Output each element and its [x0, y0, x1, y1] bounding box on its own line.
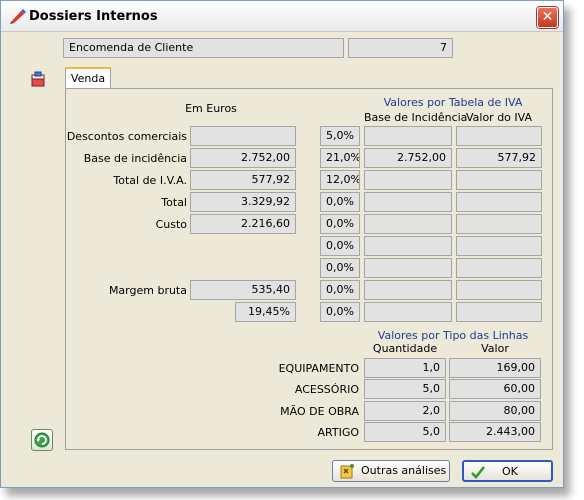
refresh-icon: [34, 432, 50, 448]
ok-button[interactable]: OK: [462, 460, 553, 482]
iva-value-header: Valor do IVA: [465, 111, 533, 124]
line-qty-field: 5,0: [364, 379, 446, 399]
iva-base-header: Base de Incidência: [364, 111, 468, 124]
line-value-field: 60,00: [449, 379, 541, 399]
dossiers-window: Dossiers Internos ✕ Encomenda de Cliente…: [0, 0, 564, 488]
iva-table-title: Valores por Tabela de IVA: [383, 96, 523, 109]
line-value-field: 169,00: [449, 358, 541, 378]
line-value-field: 80,00: [449, 401, 541, 421]
total-iva-field: 577,92: [190, 170, 296, 190]
iva-value-field: [456, 236, 542, 256]
ok-label: OK: [502, 465, 518, 478]
descontos-field: [190, 126, 296, 146]
iva-base-field: [364, 214, 452, 234]
row-label: Custo: [155, 218, 187, 231]
iva-rate-field: 0,0%: [320, 258, 360, 278]
iva-rate-field: 0,0%: [320, 214, 360, 234]
document-number-field: 7: [348, 38, 453, 58]
custo-field: 2.216,60: [190, 214, 296, 234]
iva-rate-field: 0,0%: [320, 280, 360, 300]
lines-value-header: Valor: [481, 342, 509, 355]
iva-rate-field: 5,0%: [320, 126, 360, 146]
line-qty-field: 2,0: [364, 401, 446, 421]
iva-base-field: [364, 236, 452, 256]
other-analyses-label: Outras análises: [361, 464, 447, 477]
iva-value-field: [456, 214, 542, 234]
iva-base-field: [364, 302, 452, 322]
magic-icon: [340, 464, 354, 479]
iva-base-field: [364, 126, 452, 146]
cube-icon[interactable]: [29, 71, 47, 89]
iva-rate-field: 0,0%: [320, 302, 360, 322]
base-incidencia-field: 2.752,00: [190, 148, 296, 168]
margem-percent-field: 19,45%: [235, 302, 296, 322]
em-euros-heading: Em Euros: [185, 102, 237, 115]
refresh-button[interactable]: [31, 429, 53, 451]
iva-rate-field: 0,0%: [320, 236, 360, 256]
title-bar: Dossiers Internos ✕: [1, 1, 563, 32]
line-type-label: EQUIPAMENTO: [278, 362, 359, 375]
line-type-label: MÃO DE OBRA: [280, 405, 359, 418]
line-value-field: 2.443,00: [449, 422, 541, 442]
iva-base-field: 2.752,00: [364, 148, 452, 168]
row-label: Margem bruta: [108, 284, 187, 297]
line-type-label: ARTIGO: [317, 426, 359, 439]
line-qty-field: 1,0: [364, 358, 446, 378]
row-label: Descontos comerciais: [66, 130, 187, 143]
row-label: Total de I.V.A.: [113, 174, 187, 187]
lines-qty-header: Quantidade: [372, 342, 438, 355]
iva-value-field: [456, 126, 542, 146]
iva-base-field: [364, 170, 452, 190]
lines-table-title: Valores por Tipo das Linhas: [377, 329, 529, 342]
iva-value-field: [456, 258, 542, 278]
iva-value-field: [456, 302, 542, 322]
margem-bruta-field: 535,40: [190, 280, 296, 300]
iva-rate-field: 0,0%: [320, 192, 360, 212]
document-type-field: Encomenda de Cliente: [63, 38, 344, 58]
iva-base-field: [364, 258, 452, 278]
pencil-icon: [10, 9, 26, 24]
total-field: 3.329,92: [190, 192, 296, 212]
close-button[interactable]: ✕: [537, 7, 558, 28]
iva-value-field: [456, 280, 542, 300]
row-label: Base de incidência: [83, 152, 187, 165]
line-type-label: ACESSÓRIO: [294, 383, 359, 396]
iva-rate-field: 12,0%: [320, 170, 360, 190]
window-title: Dossiers Internos: [29, 9, 158, 24]
other-analyses-button[interactable]: Outras análises: [332, 460, 450, 482]
check-icon: [471, 466, 486, 479]
iva-base-field: [364, 280, 452, 300]
iva-rate-field: 21,0%: [320, 148, 360, 168]
iva-value-field: [456, 170, 542, 190]
iva-value-field: [456, 192, 542, 212]
line-qty-field: 5,0: [364, 422, 446, 442]
iva-value-field: 577,92: [456, 148, 542, 168]
iva-base-field: [364, 192, 452, 212]
tab-venda[interactable]: Venda: [65, 67, 111, 89]
row-label: Total: [161, 196, 187, 209]
